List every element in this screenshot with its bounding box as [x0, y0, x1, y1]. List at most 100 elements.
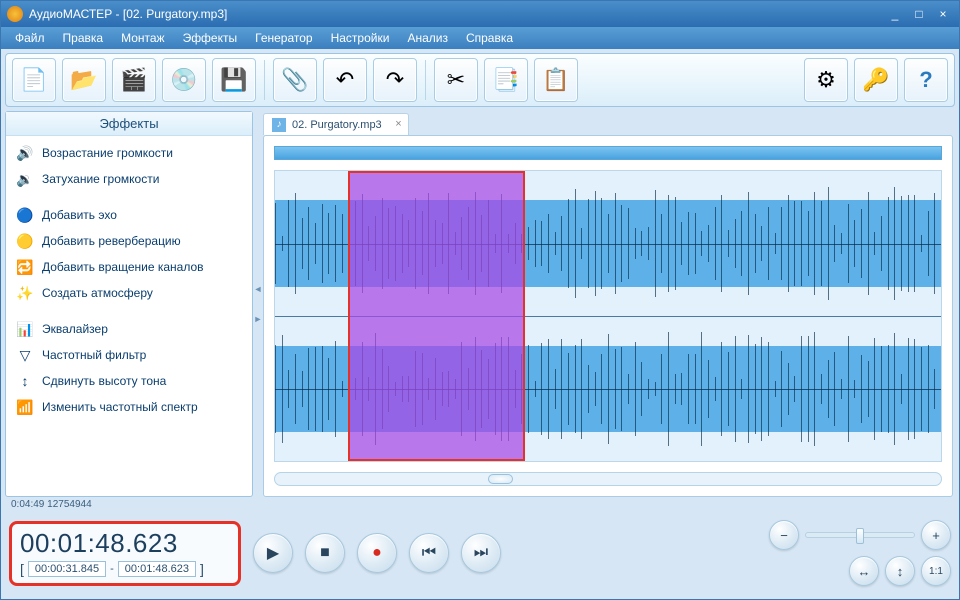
tab-label: 02. Purgatory.mp3 [292, 119, 382, 131]
effect-item[interactable]: 🟡Добавить реверберацию [8, 228, 250, 254]
effect-label: Затухание громкости [42, 172, 159, 186]
effect-icon: ▽ [16, 346, 34, 364]
minus-icon: − [780, 528, 788, 543]
redo-button[interactable]: ↷ [373, 58, 417, 102]
effect-item[interactable]: 🔁 Добавить вращение каналов [8, 254, 250, 280]
fit-v-icon: ↕ [897, 564, 904, 579]
effect-item[interactable]: 🔵 Добавить эхо [8, 202, 250, 228]
overview-bar[interactable] [274, 146, 942, 160]
menu-edit[interactable]: Правка [55, 29, 112, 47]
effect-label: Добавить вращение каналов [42, 260, 204, 274]
scrollbar-thumb[interactable] [488, 474, 513, 484]
tab-close-button[interactable]: × [395, 118, 401, 130]
effect-item[interactable]: 📶Изменить частотный спектр [8, 394, 250, 420]
effects-sidebar: Эффекты 🔊Возрастание громкости🔉Затухание… [5, 111, 253, 497]
help-button[interactable]: ? [904, 58, 948, 102]
fit-vertical-button[interactable]: ↕ [885, 556, 915, 586]
video-icon: 🎬 [120, 67, 147, 93]
mix-icon: 📎 [281, 67, 308, 93]
menu-settings[interactable]: Настройки [323, 29, 398, 47]
tab-file[interactable]: ♪ 02. Purgatory.mp3 × [263, 113, 409, 135]
menu-analysis[interactable]: Анализ [399, 29, 456, 47]
zoom-1-1-button[interactable]: 1:1 [921, 556, 951, 586]
effect-item[interactable]: 🔊 Возрастание громкости [8, 140, 250, 166]
menu-effects[interactable]: Эффекты [175, 29, 246, 47]
close-button[interactable]: × [933, 7, 953, 21]
selection-start-field[interactable]: 00:00:31.845 [28, 561, 106, 577]
effect-item[interactable]: 🔉 Затухание громкости [8, 166, 250, 192]
effect-icon: 🔁 [16, 258, 34, 276]
cd-icon: 💿 [170, 67, 197, 93]
effect-label: Добавить реверберацию [42, 234, 181, 248]
effect-icon: 🔉 [16, 170, 34, 188]
effect-item[interactable]: 📊Эквалайзер [8, 316, 250, 342]
effect-item[interactable]: ✨ Создать атмосферу [8, 280, 250, 306]
selection-end-field[interactable]: 00:01:48.623 [118, 561, 196, 577]
menu-bar: Файл Правка Монтаж Эффекты Генератор Нас… [1, 27, 959, 49]
copy-icon: 📑 [492, 67, 519, 93]
minimize-button[interactable]: _ [885, 7, 905, 21]
effect-label: Добавить эхо [42, 208, 117, 222]
toolbar: 📄 📂 🎬 💿 💾 📎 ↶ ↷ ✂ 📑 📋 ⚙ 🔑 ? [5, 53, 955, 107]
toolbar-separator [264, 60, 265, 100]
menu-generator[interactable]: Генератор [247, 29, 320, 47]
gear-icon: ⚙ [816, 67, 836, 93]
settings-button[interactable]: ⚙ [804, 58, 848, 102]
paste-icon: 📋 [542, 67, 569, 93]
effect-icon: 🔵 [16, 206, 34, 224]
waveform[interactable] [274, 170, 942, 462]
copy-button[interactable]: 📑 [484, 58, 528, 102]
effect-icon: ✨ [16, 284, 34, 302]
menu-help[interactable]: Справка [458, 29, 521, 47]
effect-label: Создать атмосферу [42, 286, 153, 300]
menu-file[interactable]: Файл [7, 29, 53, 47]
maximize-button[interactable]: □ [909, 7, 929, 21]
prev-button[interactable]: ⏮ [409, 533, 449, 573]
save-button[interactable]: 💾 [212, 58, 256, 102]
next-button[interactable]: ⏭ [461, 533, 501, 573]
stop-button[interactable]: ■ [305, 533, 345, 573]
title-bar: АудиоМАСТЕР - [02. Purgatory.mp3] _ □ × [1, 1, 959, 27]
stop-icon: ■ [320, 544, 330, 562]
transport-bar: 00:01:48.623 [ 00:00:31.845 - 00:01:48.6… [1, 515, 959, 591]
window-title: АудиоМАСТЕР - [02. Purgatory.mp3] [29, 7, 227, 21]
effect-label: Возрастание громкости [42, 146, 173, 160]
help-icon: ? [919, 67, 932, 93]
open-folder-icon: 📂 [70, 67, 97, 93]
open-video-button[interactable]: 🎬 [112, 58, 156, 102]
new-button[interactable]: 📄 [12, 58, 56, 102]
record-button[interactable]: ● [357, 533, 397, 573]
selection-region[interactable] [348, 171, 525, 461]
effects-list: 🔊 Возрастание громкости 🔉 Затухание громкос… [6, 136, 252, 496]
splitter[interactable]: ◄► [253, 111, 263, 497]
effect-label: Частотный фильтр [42, 348, 146, 362]
cut-button[interactable]: ✂ [434, 58, 478, 102]
zoom-slider[interactable] [805, 532, 915, 538]
effect-icon: 🔊 [16, 144, 34, 162]
chevron-left-icon: ◄ [254, 284, 263, 294]
play-button[interactable]: ▶ [253, 533, 293, 573]
zoom-in-button[interactable]: + [921, 520, 951, 550]
effect-item[interactable]: ▽ Частотный фильтр [8, 342, 250, 368]
current-time: 00:01:48.623 [20, 528, 230, 559]
one-one-icon: 1:1 [929, 566, 943, 577]
undo-button[interactable]: ↶ [323, 58, 367, 102]
paste-button[interactable]: 📋 [534, 58, 578, 102]
horizontal-scrollbar[interactable] [274, 472, 942, 486]
key-icon: 🔑 [862, 67, 889, 93]
open-cd-button[interactable]: 💿 [162, 58, 206, 102]
effect-label: Изменить частотный спектр [42, 400, 198, 414]
license-button[interactable]: 🔑 [854, 58, 898, 102]
open-button[interactable]: 📂 [62, 58, 106, 102]
zoom-thumb[interactable] [856, 528, 864, 544]
mix-button[interactable]: 📎 [273, 58, 317, 102]
toolbar-separator [425, 60, 426, 100]
chevron-right-icon: ► [254, 314, 263, 324]
prev-icon: ⏮ [422, 544, 436, 562]
fit-horizontal-button[interactable]: ↔ [849, 556, 879, 586]
zoom-out-button[interactable]: − [769, 520, 799, 550]
plus-icon: + [932, 528, 940, 543]
menu-montage[interactable]: Монтаж [113, 29, 173, 47]
effect-item[interactable]: ↕Сдвинуть высоту тона [8, 368, 250, 394]
new-file-icon: 📄 [20, 67, 47, 93]
